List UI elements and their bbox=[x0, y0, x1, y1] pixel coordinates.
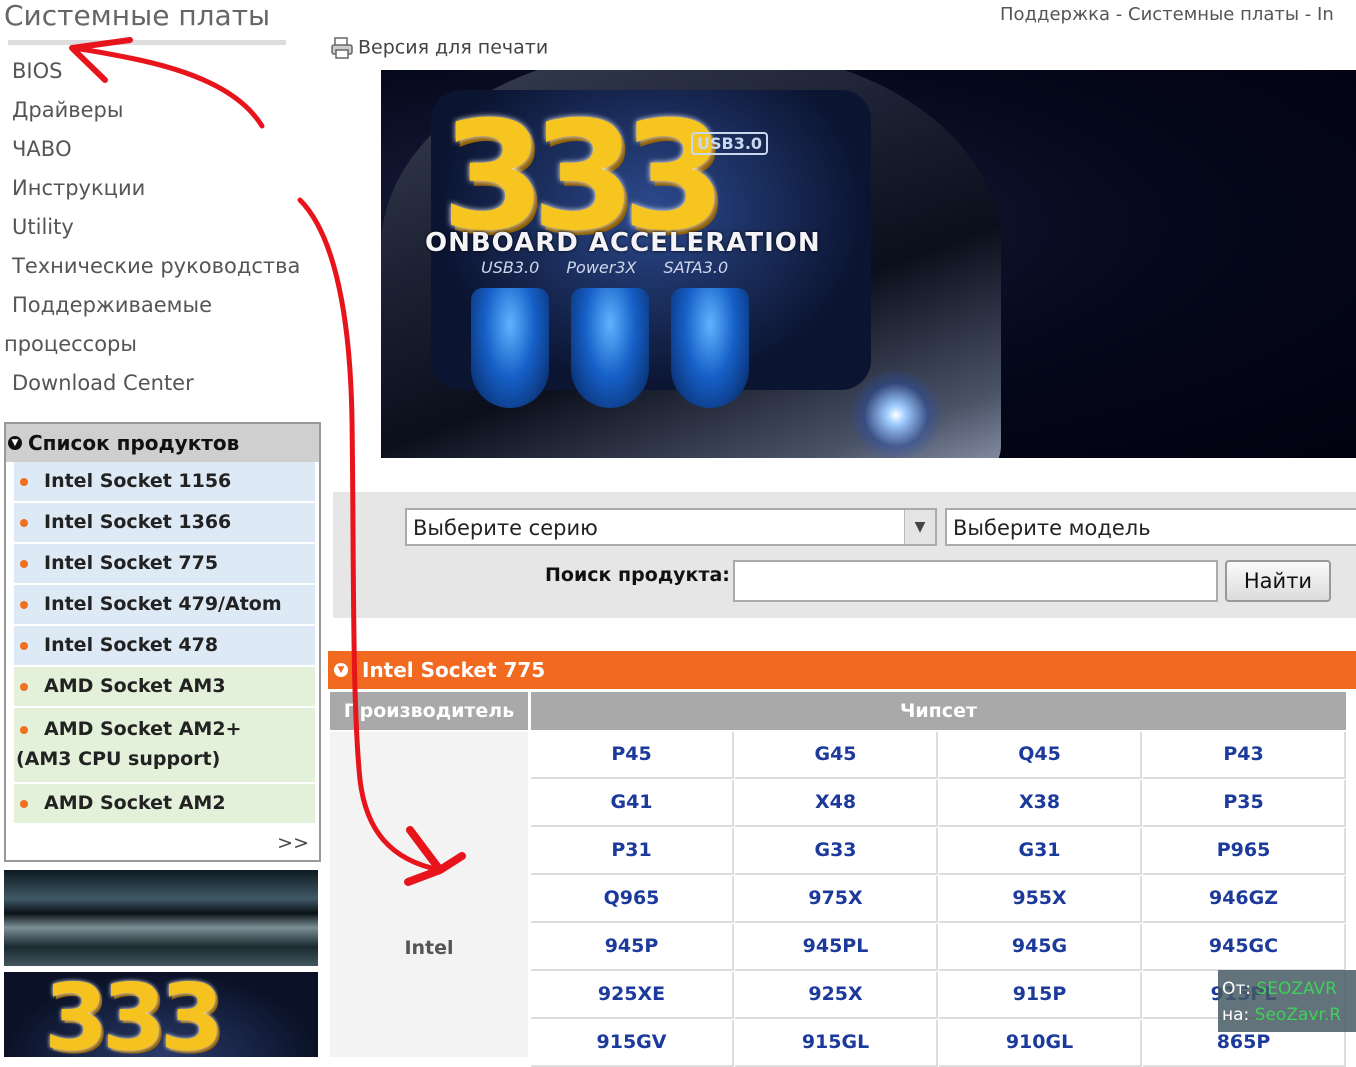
product-item-intel-1156[interactable]: Intel Socket 1156 bbox=[14, 462, 315, 501]
title-underline bbox=[8, 40, 286, 45]
nav-item-drivers[interactable]: Драйверы bbox=[0, 91, 320, 130]
bullet-icon bbox=[20, 800, 28, 808]
bullet-icon bbox=[20, 478, 28, 486]
banner-subline: USB3.0 Power3X SATA3.0 bbox=[481, 258, 729, 277]
chipset-link[interactable]: 945GC bbox=[1143, 924, 1346, 971]
chipset-link[interactable]: Q45 bbox=[939, 732, 1142, 779]
product-item-intel-775[interactable]: Intel Socket 775 bbox=[14, 544, 315, 583]
chipset-link[interactable]: 945G bbox=[939, 924, 1142, 971]
column-header-manufacturer: Производитель bbox=[330, 692, 528, 730]
product-list-header[interactable]: ▼ Список продуктов bbox=[6, 424, 319, 462]
product-item-intel-478[interactable]: Intel Socket 478 bbox=[14, 626, 315, 665]
print-version-link[interactable]: Версия для печати bbox=[330, 36, 548, 60]
product-item-amd-am2plus[interactable]: AMD Socket AM2+ (AM3 CPU support) bbox=[14, 708, 315, 782]
column-header-chipset: Чипсет bbox=[531, 692, 1346, 730]
chipset-link[interactable]: P45 bbox=[531, 732, 734, 779]
bullet-icon bbox=[20, 642, 28, 650]
chipset-link[interactable]: 925XE bbox=[531, 972, 734, 1019]
more-link[interactable]: >> bbox=[277, 832, 309, 854]
series-select[interactable]: Выберите серию ▼ bbox=[405, 508, 937, 546]
nav-item-utility[interactable]: Utility bbox=[0, 208, 320, 247]
product-item-amd-am2[interactable]: AMD Socket AM2 bbox=[14, 784, 315, 823]
chipset-link[interactable]: 910GL bbox=[939, 1020, 1142, 1067]
banner-usb-badge: USB3.0 bbox=[691, 132, 769, 155]
chipset-link[interactable]: P43 bbox=[1143, 732, 1346, 779]
chipset-link[interactable]: P31 bbox=[531, 828, 734, 875]
promo-thumbnail-333[interactable]: 333 bbox=[4, 972, 318, 1057]
bullet-icon bbox=[20, 726, 28, 734]
section-title: Intel Socket 775 bbox=[362, 658, 546, 682]
printer-icon bbox=[331, 37, 353, 59]
nav-item-tech-guides[interactable]: Технические руководства bbox=[0, 247, 320, 286]
chipset-link[interactable]: 945PL bbox=[735, 924, 938, 971]
nav-item-bios[interactable]: BIOS bbox=[0, 52, 320, 91]
banner-cylinder bbox=[471, 288, 549, 408]
manufacturer-cell: Intel bbox=[330, 732, 528, 1057]
chipset-link[interactable]: 925X bbox=[735, 972, 938, 1019]
banner-cylinder bbox=[671, 288, 749, 408]
nav-item-faq[interactable]: ЧАВО bbox=[0, 130, 320, 169]
chipset-link[interactable]: X48 bbox=[735, 780, 938, 827]
collapse-icon: ▼ bbox=[8, 436, 22, 450]
find-button[interactable]: Найти bbox=[1225, 560, 1331, 602]
search-label: Поиск продукта: bbox=[545, 564, 730, 586]
chipset-link[interactable]: 915GV bbox=[531, 1020, 734, 1067]
breadcrumb: Поддержка - Системные платы - In bbox=[1000, 4, 1334, 25]
chipset-link[interactable]: P965 bbox=[1143, 828, 1346, 875]
product-item-intel-479[interactable]: Intel Socket 479/Atom bbox=[14, 585, 315, 624]
chipset-link[interactable]: Q965 bbox=[531, 876, 734, 923]
product-search-panel: Выберите серию ▼ Выберите модель Поиск п… bbox=[333, 492, 1356, 618]
banner-cylinder bbox=[571, 288, 649, 408]
chipset-link[interactable]: 915GL bbox=[735, 1020, 938, 1067]
dropdown-arrow-icon[interactable]: ▼ bbox=[904, 510, 935, 544]
banner-glow bbox=[851, 370, 941, 458]
chipset-link[interactable]: 946GZ bbox=[1143, 876, 1346, 923]
chipset-link[interactable]: G41 bbox=[531, 780, 734, 827]
nav-item-manuals[interactable]: Инструкции bbox=[0, 169, 320, 208]
promo-thumbnail[interactable] bbox=[4, 870, 318, 966]
product-list-title: Список продуктов bbox=[28, 431, 240, 455]
product-list: ▼ Список продуктов Intel Socket 1156 Int… bbox=[4, 422, 321, 862]
model-select[interactable]: Выберите модель bbox=[945, 508, 1356, 546]
product-item-intel-1366[interactable]: Intel Socket 1366 bbox=[14, 503, 315, 542]
hero-banner[interactable]: 333 USB3.0 ONBOARD ACCELERATION USB3.0 P… bbox=[381, 70, 1356, 458]
chipset-link[interactable]: 915P bbox=[939, 972, 1142, 1019]
left-nav: BIOS Драйверы ЧАВО Инструкции Utility Те… bbox=[0, 52, 320, 403]
nav-item-supported-cpus-line2[interactable]: процессоры bbox=[0, 325, 320, 364]
watermark: От: SEOZAVR на: SeoZavr.R bbox=[1218, 970, 1356, 1032]
bullet-icon bbox=[20, 560, 28, 568]
chipset-link[interactable]: G33 bbox=[735, 828, 938, 875]
chipset-link[interactable]: G45 bbox=[735, 732, 938, 779]
bullet-icon bbox=[20, 519, 28, 527]
chipset-link[interactable]: G31 bbox=[939, 828, 1142, 875]
search-input[interactable] bbox=[733, 560, 1218, 602]
chipset-link[interactable]: P35 bbox=[1143, 780, 1346, 827]
bullet-icon bbox=[20, 683, 28, 691]
chipset-link[interactable]: 955X bbox=[939, 876, 1142, 923]
collapse-icon: ▼ bbox=[334, 663, 348, 677]
chipset-link[interactable]: 945P bbox=[531, 924, 734, 971]
bullet-icon bbox=[20, 601, 28, 609]
chipset-link[interactable]: X38 bbox=[939, 780, 1142, 827]
product-item-amd-am3[interactable]: AMD Socket AM3 bbox=[14, 667, 315, 706]
chipset-link[interactable]: 975X bbox=[735, 876, 938, 923]
nav-item-supported-cpus[interactable]: Поддерживаемые bbox=[0, 286, 320, 325]
nav-item-download-center[interactable]: Download Center bbox=[0, 364, 320, 403]
page-title: Системные платы bbox=[4, 0, 271, 32]
banner-tagline: ONBOARD ACCELERATION bbox=[425, 228, 821, 258]
section-header[interactable]: ▼ Intel Socket 775 bbox=[328, 651, 1356, 689]
